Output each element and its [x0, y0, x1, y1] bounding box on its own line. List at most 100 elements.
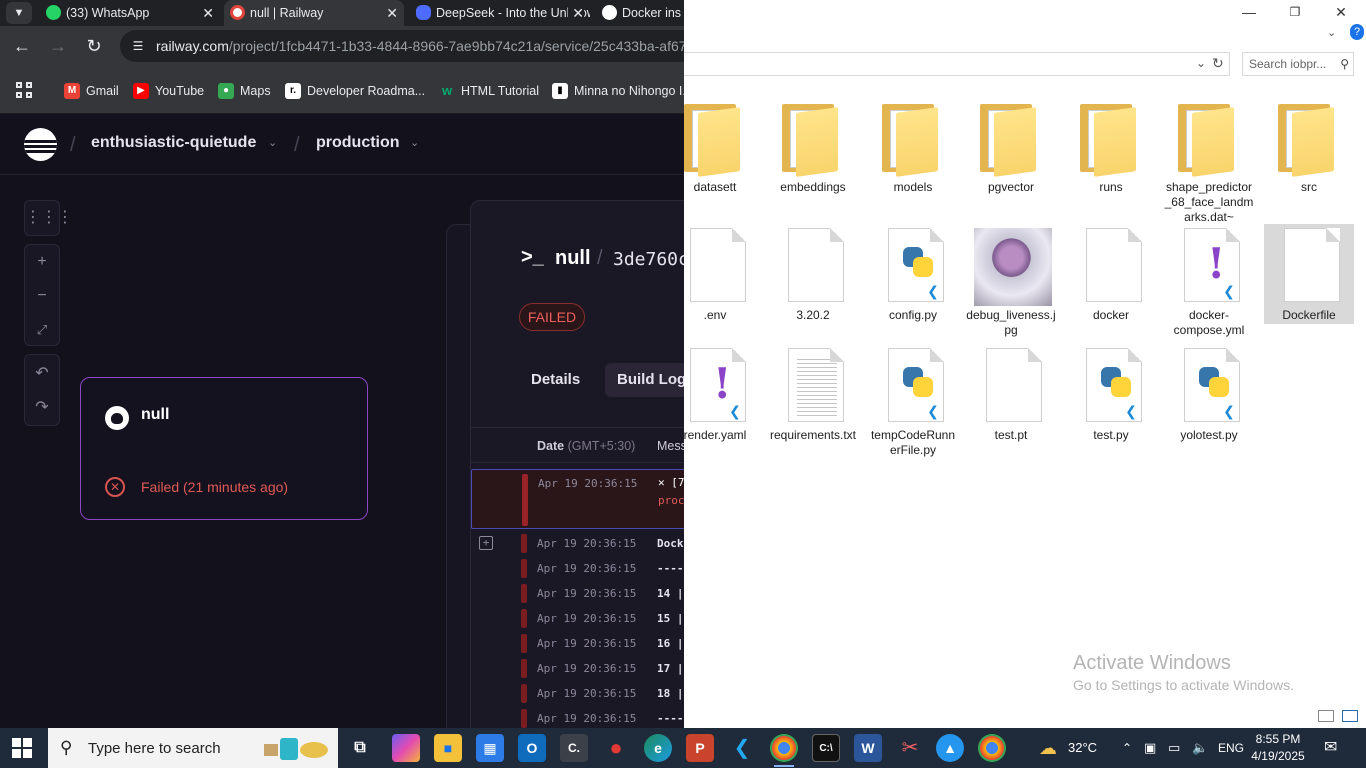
battery-icon[interactable]: ▭ [1168, 728, 1180, 768]
windows-start-icon[interactable] [12, 738, 32, 758]
log-row[interactable]: Apr 19 20:36:15 15 | [471, 606, 684, 631]
file-item[interactable]: embeddings [768, 96, 858, 216]
bookmark-youtube[interactable]: ▶ YouTube [133, 83, 204, 99]
file-item[interactable]: datasett [670, 96, 760, 216]
snipping-tool-icon[interactable]: ✂ [896, 734, 924, 762]
redo-icon[interactable]: ↷ [25, 393, 59, 423]
railway-logo-icon[interactable] [24, 128, 57, 161]
close-icon[interactable]: ✕ [202, 0, 214, 26]
log-row[interactable]: Apr 19 20:36:15 17 | [471, 656, 684, 681]
file-item[interactable]: shape_predictor_68_face_landmarks.dat~ [1164, 96, 1254, 224]
volume-icon[interactable]: 🔈 [1192, 728, 1208, 768]
record-icon[interactable]: ● [602, 734, 630, 762]
chevron-up-icon[interactable]: ⌃ [1122, 728, 1132, 768]
large-icons-view-icon[interactable] [1342, 710, 1358, 722]
copilot-icon[interactable] [392, 734, 420, 762]
grid-icon[interactable]: ⋮⋮⋮ [25, 203, 73, 233]
weather-icon[interactable]: ☁ [1034, 734, 1062, 762]
terminal-app-icon[interactable]: C. [560, 734, 588, 762]
forward-arrow-icon[interactable]: → [46, 34, 70, 58]
log-row-error[interactable]: Apr 19 20:36:15 ✕ [7 proc [471, 469, 684, 529]
docker-icon[interactable]: ▲ [936, 734, 964, 762]
file-item[interactable]: debug_liveness.jpg [966, 224, 1056, 337]
outlook-icon[interactable]: O [518, 734, 546, 762]
ribbon-expand-icon[interactable]: ⌄ [1327, 26, 1336, 39]
chrome-profile-icon[interactable] [978, 734, 1006, 762]
tab-whatsapp[interactable]: (33) WhatsApp ✕ [40, 0, 220, 26]
tab-docker[interactable]: Docker ins [596, 0, 684, 26]
file-item[interactable]: docker [1066, 224, 1156, 324]
refresh-icon[interactable]: ↻ [1212, 55, 1224, 72]
chrome-icon[interactable] [770, 734, 798, 767]
log-row[interactable]: Apr 19 20:36:15 ---- [471, 556, 684, 581]
close-icon[interactable]: ✕ [386, 0, 398, 26]
powerpoint-icon[interactable]: P [686, 734, 714, 762]
file-item[interactable]: ! ❮ render.yaml [670, 344, 760, 464]
file-item[interactable]: pgvector [966, 96, 1056, 216]
file-item[interactable]: ❮ yolotest.py [1164, 344, 1254, 464]
bookmark-minna-no-nihongo[interactable]: ▮ Minna no Nihongo I... [552, 83, 684, 99]
minimize-icon[interactable]: — [1226, 2, 1272, 22]
address-bar[interactable]: ☰ railway.com/project/1fcb4471-1b33-4844… [120, 30, 684, 62]
log-row[interactable]: + Apr 19 20:36:15 Dock [471, 531, 684, 556]
tab-details[interactable]: Details [519, 363, 592, 397]
task-view-icon[interactable]: ⧉ [346, 734, 374, 762]
file-explorer-icon[interactable]: ■ [434, 734, 462, 762]
search-input[interactable]: Search iobpr... ⚲ [1242, 52, 1354, 76]
zoom-out-icon[interactable]: − [25, 281, 59, 311]
notifications-icon[interactable]: ✉ [1324, 728, 1337, 768]
edge-icon[interactable]: e [644, 734, 672, 762]
reload-icon[interactable]: ↻ [82, 34, 106, 58]
vscode-icon[interactable]: ❮ [728, 734, 756, 762]
bookmark-maps[interactable]: ● Maps [218, 83, 271, 99]
file-item[interactable]: models [868, 96, 958, 216]
apps-grid-icon[interactable] [16, 82, 34, 100]
file-item[interactable]: requirements.txt [768, 344, 858, 464]
log-row[interactable]: Apr 19 20:36:15 16 | [471, 631, 684, 656]
file-item[interactable]: 3.20.2 [768, 224, 858, 324]
bookmark-html-tutorial[interactable]: w HTML Tutorial [439, 83, 539, 99]
help-icon[interactable]: ? [1350, 24, 1364, 40]
tab-railway[interactable]: null | Railway ✕ [224, 0, 404, 26]
back-arrow-icon[interactable]: ← [10, 34, 34, 58]
command-prompt-icon[interactable]: C:\ [812, 734, 840, 762]
meet-icon[interactable]: ▣ [1144, 728, 1156, 768]
language-indicator[interactable]: ENG [1218, 728, 1244, 768]
fit-view-icon[interactable]: ⤢ [25, 315, 59, 345]
log-row[interactable]: Apr 19 20:36:15 14 | [471, 581, 684, 606]
weather-temperature[interactable]: 32°C [1068, 728, 1097, 768]
taskbar-search[interactable]: ⚲ Type here to search [48, 728, 338, 768]
chevron-down-icon[interactable]: ⌄ [268, 136, 277, 149]
site-info-icon[interactable]: ☰ [130, 38, 146, 54]
service-card[interactable]: null ✕ Failed (21 minutes ago) [80, 377, 368, 520]
details-view-icon[interactable] [1318, 710, 1334, 722]
file-item[interactable]: ! ❮ docker-compose.yml [1164, 224, 1254, 337]
file-item[interactable]: test.pt [966, 344, 1056, 464]
project-name[interactable]: enthusiastic-quietude [91, 134, 256, 152]
file-item[interactable]: ❮ config.py [868, 224, 958, 324]
close-icon[interactable]: ✕ [568, 0, 584, 26]
restore-icon[interactable]: ❐ [1272, 2, 1318, 22]
file-item[interactable]: ❮ test.py [1066, 344, 1156, 464]
zoom-in-icon[interactable]: + [25, 247, 59, 277]
bookmark-developer-roadmap[interactable]: r. Developer Roadma... [285, 83, 425, 99]
log-row[interactable]: Apr 19 20:36:15 18 | [471, 681, 684, 706]
chevron-down-icon[interactable]: ⌄ [410, 136, 419, 149]
file-item[interactable]: ❮ tempCodeRunnerFile.py [868, 344, 958, 464]
file-item[interactable]: src [1264, 96, 1354, 216]
undo-icon[interactable]: ↶ [25, 359, 59, 389]
file-item[interactable]: .env [670, 224, 760, 324]
file-item[interactable]: Dockerfile [1264, 224, 1354, 324]
close-icon[interactable]: ✕ [1318, 2, 1364, 22]
bookmark-gmail[interactable]: M Gmail [64, 83, 119, 99]
log-row[interactable]: Apr 19 20:36:15 ---- [471, 706, 684, 728]
clock[interactable]: 8:55 PM 4/19/2025 [1246, 731, 1310, 765]
expand-icon[interactable]: + [479, 536, 493, 550]
address-bar[interactable]: ⌄ ↻ [684, 52, 1230, 76]
tab-search-button[interactable]: ▼ [6, 2, 32, 24]
tab-deepseek[interactable]: DeepSeek - Into the Unknown ✕ [410, 0, 590, 26]
store-icon[interactable]: ▦ [476, 734, 504, 762]
file-item[interactable]: runs [1066, 96, 1156, 216]
chevron-down-icon[interactable]: ⌄ [1196, 56, 1206, 70]
word-icon[interactable]: W [854, 734, 882, 762]
